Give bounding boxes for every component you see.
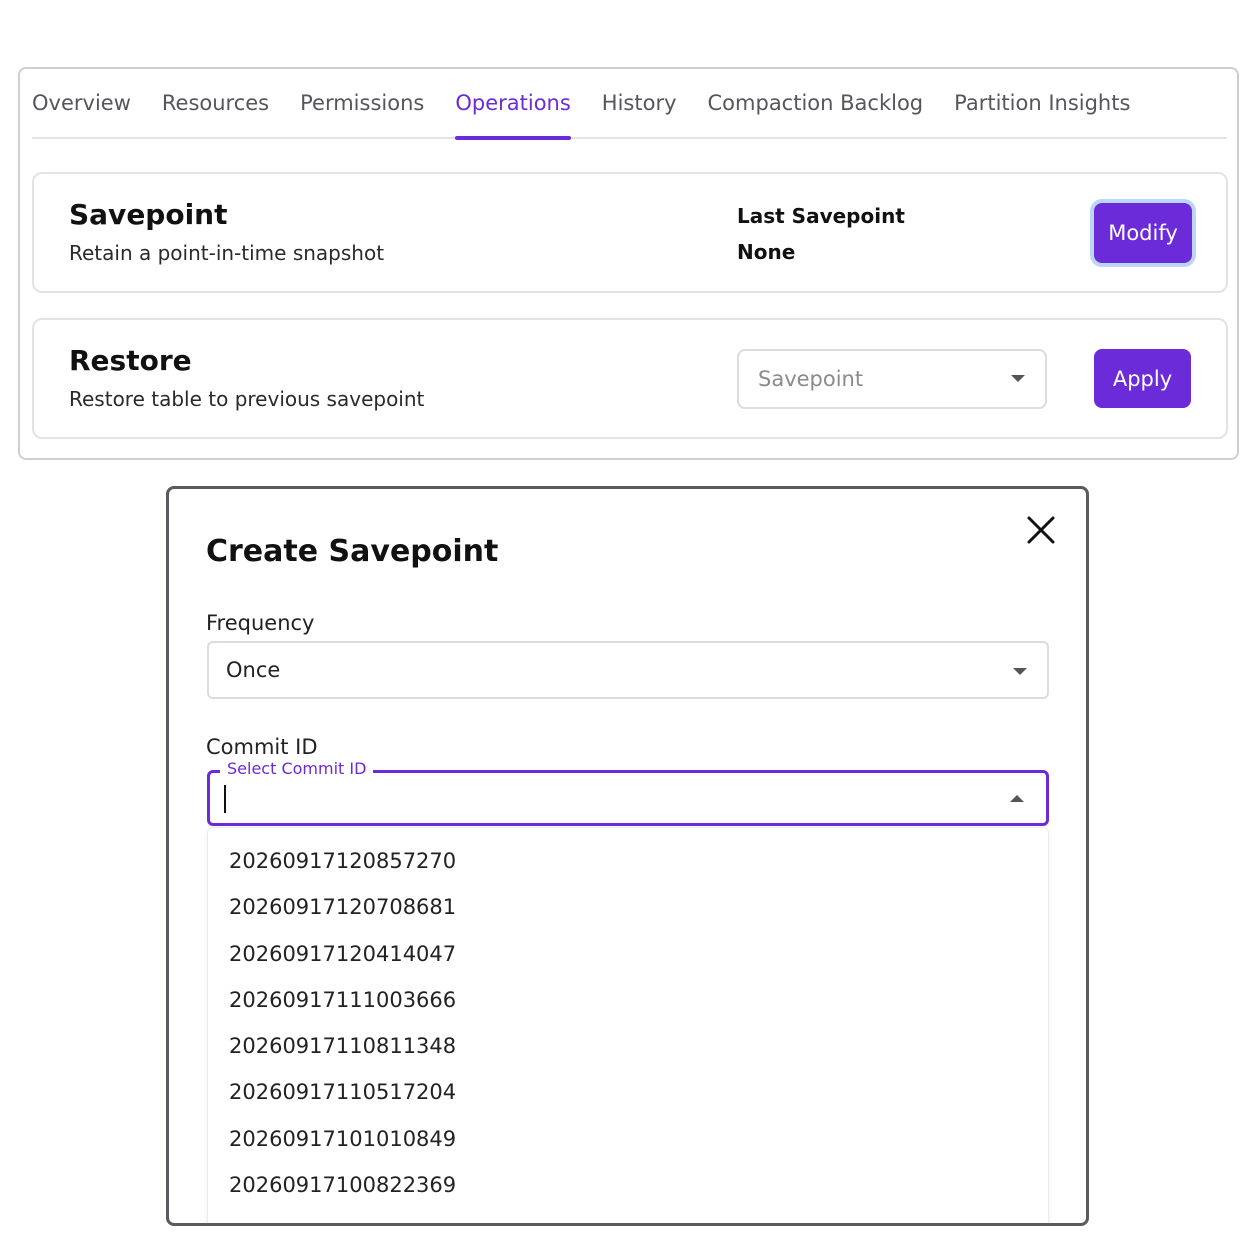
commit-option[interactable]: 20260917120857270: [208, 838, 1048, 884]
commit-id-input[interactable]: Select Commit ID: [207, 759, 1049, 826]
restore-card: Restore Restore table to previous savepo…: [32, 318, 1228, 439]
chevron-up-icon[interactable]: [1010, 795, 1024, 802]
savepoint-select[interactable]: Savepoint: [737, 349, 1047, 409]
create-savepoint-dialog: Create Savepoint Frequency Once Commit I…: [166, 486, 1089, 1226]
savepoint-title: Savepoint: [69, 198, 228, 231]
chevron-down-icon: [1013, 668, 1027, 675]
restore-subtitle: Restore table to previous savepoint: [69, 387, 425, 411]
operations-panel: Overview Resources Permissions Operation…: [18, 67, 1239, 460]
commit-id-field-legend: Select Commit ID: [220, 759, 374, 778]
commit-id-dropdown: 20260917120857270 20260917120708681 2026…: [207, 827, 1049, 1223]
tab-compaction-backlog[interactable]: Compaction Backlog: [708, 68, 924, 138]
commit-option[interactable]: 20260917120414047: [208, 931, 1048, 977]
page: Overview Resources Permissions Operation…: [0, 0, 1254, 1254]
savepoint-select-placeholder: Savepoint: [758, 367, 864, 391]
commit-option[interactable]: 20260917120708681: [208, 884, 1048, 930]
apply-button[interactable]: Apply: [1094, 349, 1191, 408]
savepoint-subtitle: Retain a point-in-time snapshot: [69, 241, 385, 265]
text-cursor: [224, 785, 226, 813]
close-icon[interactable]: [1024, 513, 1058, 547]
chevron-down-icon: [1011, 375, 1025, 382]
frequency-select[interactable]: Once: [207, 641, 1049, 699]
last-savepoint-value: None: [737, 240, 796, 264]
tab-resources[interactable]: Resources: [162, 68, 269, 138]
dialog-title: Create Savepoint: [206, 534, 499, 569]
restore-title: Restore: [69, 344, 192, 377]
tab-partition-insights[interactable]: Partition Insights: [954, 68, 1130, 138]
commit-option[interactable]: 20260917111003666: [208, 977, 1048, 1023]
commit-id-label: Commit ID: [206, 735, 318, 759]
tab-permissions[interactable]: Permissions: [300, 68, 424, 138]
tab-operations[interactable]: Operations: [455, 68, 572, 140]
commit-id-options: 20260917120857270 20260917120708681 2026…: [208, 828, 1048, 1208]
commit-option[interactable]: 20260917100822369: [208, 1162, 1048, 1208]
tab-bar: Overview Resources Permissions Operation…: [32, 68, 1227, 140]
tab-history[interactable]: History: [602, 68, 677, 138]
savepoint-card: Savepoint Retain a point-in-time snapsho…: [32, 172, 1228, 293]
modify-button[interactable]: Modify: [1094, 203, 1192, 263]
commit-option[interactable]: 20260917110517204: [208, 1069, 1048, 1115]
tab-overview[interactable]: Overview: [32, 68, 131, 138]
frequency-value: Once: [226, 658, 281, 682]
last-savepoint-label: Last Savepoint: [737, 204, 905, 228]
commit-option[interactable]: 20260917110811348: [208, 1023, 1048, 1069]
frequency-label: Frequency: [206, 611, 315, 635]
commit-option[interactable]: 20260917101010849: [208, 1116, 1048, 1162]
